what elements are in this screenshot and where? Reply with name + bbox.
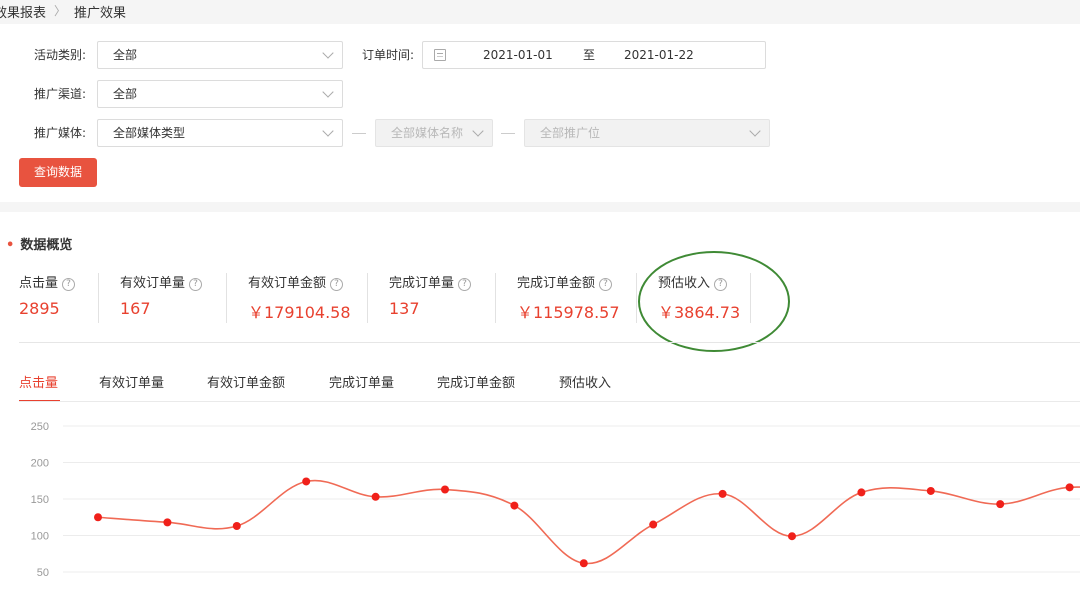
chevron-down-icon (322, 125, 334, 137)
position-placeholder: 全部推广位 (540, 126, 601, 140)
metric-divider (636, 273, 637, 323)
channel-label: 推广渠道: (34, 87, 87, 101)
media-name-placeholder: 全部媒体名称 (391, 126, 464, 140)
metric-valid-order-amount: 有效订单金额? ￥179104.58 (248, 272, 351, 324)
activity-type-label: 活动类别: (34, 48, 87, 62)
metric-label: 完成订单量 (389, 276, 455, 291)
section-gap (0, 202, 1080, 212)
metric-completed-order-amount: 完成订单金额? ￥115978.57 (517, 272, 620, 324)
help-icon[interactable]: ? (458, 278, 472, 291)
filter-panel: 活动类别: 全部 订单时间: 2021-01-01 至 2021-01-22 推… (0, 24, 1080, 202)
tab-valid-orders[interactable]: 有效订单量 (99, 372, 164, 391)
section-divider (19, 342, 1080, 343)
breadcrumb: 效果报表〉推广效果 (0, 0, 1080, 24)
help-icon[interactable]: ? (189, 278, 203, 291)
chart-tabs: 点击量 有效订单量 有效订单金额 完成订单量 完成订单金额 预估收入 (0, 372, 1080, 402)
data-point[interactable] (441, 485, 449, 494)
y-tick-label: 50 (37, 567, 49, 579)
metric-valid-orders: 有效订单量? 167 (120, 272, 203, 324)
chevron-down-icon (749, 125, 761, 137)
media-type-select[interactable]: 全部媒体类型 (97, 119, 343, 147)
y-tick-label: 200 (31, 458, 49, 470)
data-point[interactable] (163, 518, 172, 527)
help-icon[interactable]: ? (330, 278, 344, 291)
data-point[interactable] (94, 513, 102, 522)
metric-divider (98, 273, 99, 323)
data-point[interactable] (302, 477, 311, 486)
activity-type-select[interactable]: 全部 (97, 41, 343, 69)
metric-divider (226, 273, 227, 323)
chevron-right-icon: 〉 (54, 4, 67, 18)
data-point[interactable] (926, 486, 935, 495)
breadcrumb-parent[interactable]: 效果报表 (0, 2, 46, 21)
media-name-select[interactable]: 全部媒体名称 (375, 119, 493, 147)
metric-divider (495, 273, 496, 323)
data-point[interactable] (579, 559, 588, 568)
media-type-value: 全部媒体类型 (113, 126, 186, 140)
data-point[interactable] (649, 520, 658, 529)
metric-divider (367, 273, 368, 323)
data-point[interactable] (857, 488, 866, 497)
help-icon[interactable]: ? (599, 278, 613, 291)
metric-value: 137 (389, 299, 420, 318)
date-range-picker[interactable]: 2021-01-01 至 2021-01-22 (422, 41, 766, 69)
dash-divider (352, 133, 366, 134)
metric-completed-orders: 完成订单量? 137 (389, 272, 472, 324)
dash-divider (501, 133, 515, 134)
data-point[interactable] (371, 492, 380, 501)
overview-title-text: 数据概览 (20, 238, 73, 253)
data-point[interactable] (718, 489, 727, 498)
order-time-label: 订单时间: (362, 48, 415, 62)
tab-completed-orders[interactable]: 完成订单量 (329, 372, 394, 391)
breadcrumb-current: 推广效果 (74, 6, 127, 21)
data-point[interactable] (510, 501, 519, 510)
y-tick-label: 100 (31, 531, 49, 543)
tab-valid-order-amount[interactable]: 有效订单金额 (207, 372, 285, 391)
metric-value: ￥115978.57 (517, 303, 620, 322)
date-end[interactable]: 2021-01-22 (624, 42, 694, 68)
chevron-down-icon (322, 47, 334, 59)
metric-value: 167 (120, 299, 151, 318)
help-icon[interactable]: ? (62, 278, 76, 291)
overview-title: • 数据概览 (6, 234, 72, 253)
data-point[interactable] (788, 532, 796, 541)
y-tick-label: 250 (31, 421, 49, 433)
metric-label: 点击量 (19, 276, 59, 291)
metric-label: 有效订单金额 (248, 276, 327, 291)
calendar-icon (434, 49, 446, 61)
metric-label: 完成订单金额 (517, 276, 596, 291)
y-tick-label: 150 (31, 494, 49, 506)
tab-estimated-income[interactable]: 预估收入 (559, 372, 611, 391)
chevron-down-icon (472, 125, 484, 137)
activity-type-value: 全部 (113, 48, 138, 62)
line-chart: 50 100 150 200 250 (0, 402, 1080, 603)
date-separator: 至 (583, 48, 596, 62)
metric-value: 2895 (19, 299, 60, 318)
channel-value: 全部 (113, 87, 138, 101)
query-button[interactable]: 查询数据 (19, 158, 97, 187)
position-select[interactable]: 全部推广位 (524, 119, 770, 147)
chevron-down-icon (322, 86, 334, 98)
metric-value: ￥179104.58 (248, 303, 351, 322)
metric-clicks: 点击量? 2895 (19, 272, 76, 324)
line-chart-svg: 50 100 150 200 250 (31, 421, 1080, 579)
highlight-ellipse (638, 251, 790, 352)
data-point[interactable] (232, 522, 241, 531)
metric-label: 有效订单量 (120, 276, 186, 291)
date-start[interactable]: 2021-01-01 (483, 42, 553, 68)
tab-completed-order-amount[interactable]: 完成订单金额 (437, 372, 515, 391)
tab-clicks[interactable]: 点击量 (19, 372, 58, 391)
media-label: 推广媒体: (34, 126, 87, 140)
data-point[interactable] (1065, 483, 1074, 492)
bullet-dot-icon: • (6, 238, 15, 253)
channel-select[interactable]: 全部 (97, 80, 343, 108)
data-point[interactable] (996, 500, 1005, 509)
